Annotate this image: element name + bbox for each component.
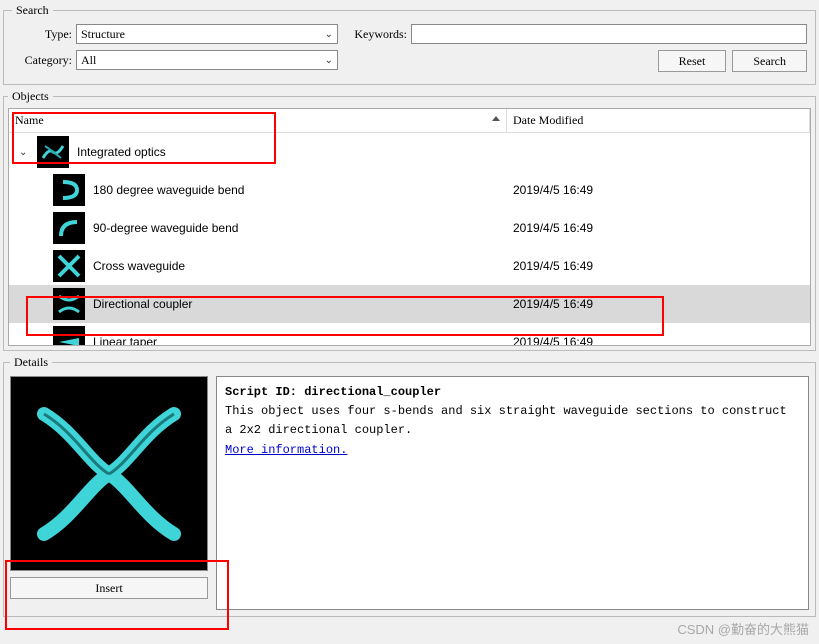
table-row[interactable]: 90-degree waveguide bend 2019/4/5 16:49 <box>9 209 810 247</box>
table-row[interactable]: 180 degree waveguide bend 2019/4/5 16:49 <box>9 171 810 209</box>
keywords-label: Keywords: <box>342 27 407 42</box>
search-panel: Search Type: Structure ⌄ Keywords: Categ… <box>3 3 816 85</box>
details-panel: Details Insert Script ID: directional_co… <box>3 355 816 617</box>
type-label: Type: <box>12 27 72 42</box>
item-thumbnail <box>53 250 85 282</box>
tree-parent-row[interactable]: ⌄ Integrated optics <box>9 133 810 171</box>
item-date: 2019/4/5 16:49 <box>507 259 810 273</box>
table-row[interactable]: Directional coupler 2019/4/5 16:49 <box>9 285 810 323</box>
details-description: This object uses four s-bends and six st… <box>225 402 800 440</box>
objects-panel: Objects Name Date Modified ⌄ Integrated … <box>3 89 816 351</box>
details-text: Script ID: directional_coupler This obje… <box>216 376 809 610</box>
table-row[interactable]: Linear taper 2019/4/5 16:49 <box>9 323 810 346</box>
item-name: Directional coupler <box>93 297 192 311</box>
item-thumbnail <box>53 174 85 206</box>
item-date: 2019/4/5 16:49 <box>507 183 810 197</box>
table-row[interactable]: Cross waveguide 2019/4/5 16:49 <box>9 247 810 285</box>
preview-image <box>10 376 208 571</box>
details-legend: Details <box>10 355 52 370</box>
reset-button[interactable]: Reset <box>658 50 727 72</box>
category-label: Category: <box>12 53 72 68</box>
item-name: Integrated optics <box>77 145 166 159</box>
keywords-input[interactable] <box>411 24 807 44</box>
category-combo[interactable]: All ⌄ <box>76 50 338 70</box>
item-thumbnail <box>53 326 85 346</box>
script-id-label: Script ID: <box>225 385 297 399</box>
script-id-value: directional_coupler <box>304 385 441 399</box>
item-date: 2019/4/5 16:49 <box>507 335 810 346</box>
chevron-down-icon[interactable]: ⌄ <box>19 147 29 158</box>
more-info-link[interactable]: More information. <box>225 443 347 457</box>
type-combo[interactable]: Structure ⌄ <box>76 24 338 44</box>
objects-table: Name Date Modified ⌄ Integrated optics <box>8 108 811 346</box>
item-date: 2019/4/5 16:49 <box>507 221 810 235</box>
column-header-date[interactable]: Date Modified <box>507 109 810 132</box>
item-name: Cross waveguide <box>93 259 185 273</box>
item-thumbnail <box>37 136 69 168</box>
search-legend: Search <box>12 3 53 18</box>
chevron-down-icon: ⌄ <box>325 55 333 66</box>
column-header-name[interactable]: Name <box>9 109 507 132</box>
item-thumbnail <box>53 288 85 320</box>
item-name: 180 degree waveguide bend <box>93 183 244 197</box>
insert-button[interactable]: Insert <box>10 577 208 599</box>
watermark: CSDN @勤奋的大熊猫 <box>677 619 809 638</box>
item-name: 90-degree waveguide bend <box>93 221 238 235</box>
item-thumbnail <box>53 212 85 244</box>
chevron-down-icon: ⌄ <box>325 29 333 40</box>
search-button[interactable]: Search <box>732 50 807 72</box>
objects-legend: Objects <box>8 89 53 104</box>
item-name: Linear taper <box>93 335 157 346</box>
item-date: 2019/4/5 16:49 <box>507 297 810 311</box>
